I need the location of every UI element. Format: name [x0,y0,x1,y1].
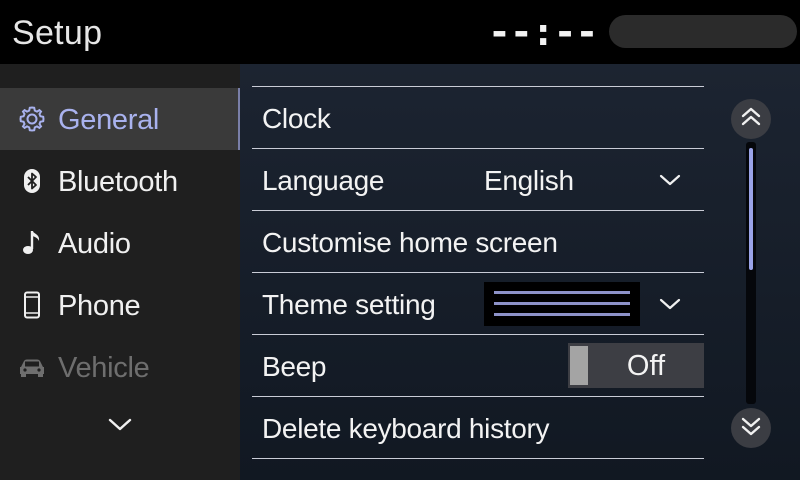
language-value: English [484,165,574,196]
gear-icon [17,104,47,134]
setting-label: Delete keyboard history [262,413,550,444]
sidebar-item-vehicle[interactable]: Vehicle [0,336,240,398]
sidebar-item-bluetooth[interactable]: Bluetooth [0,150,240,212]
setting-row-delete-keyboard-history[interactable]: Delete keyboard history [252,397,704,459]
bluetooth-icon [17,166,47,196]
setting-row-theme[interactable]: Theme setting [252,273,704,335]
page-title: Setup [12,14,103,52]
sidebar-more-button[interactable] [104,412,136,442]
music-note-icon [17,228,47,258]
settings-panel: Clock Language English Customise home sc… [240,64,800,480]
beep-toggle[interactable]: Off [568,343,704,388]
sidebar-item-general[interactable]: General [0,88,240,150]
double-chevron-up-icon [739,105,763,134]
sidebar-item-audio[interactable]: Audio [0,212,240,274]
car-icon [17,352,47,382]
sidebar: General Bluetooth Audio Phone Vehicle [0,64,240,480]
setting-label: Language [262,165,385,196]
clock-display: --:-- [488,10,598,54]
sidebar-item-label: Vehicle [58,352,150,384]
setting-label: Beep [262,351,327,382]
setting-row-language[interactable]: Language English [252,149,704,211]
scrollbar-thumb[interactable] [749,148,753,270]
scroll-down-button[interactable] [731,408,771,448]
sidebar-item-label: General [58,104,160,136]
double-chevron-down-icon [739,414,763,443]
sidebar-item-label: Bluetooth [58,166,178,198]
theme-line [494,291,630,294]
scrollbar[interactable] [746,142,756,404]
setting-label: Theme setting [262,289,436,320]
setting-row-clock[interactable]: Clock [252,87,704,149]
header-bar: Setup --:-- [0,0,800,64]
scroll-up-button[interactable] [731,99,771,139]
chevron-down-icon [108,418,132,437]
chevron-down-icon[interactable] [656,293,684,315]
setup-screen: Setup --:-- General Bluetooth Audio Phon… [0,0,800,480]
setting-row-customise-home-screen[interactable]: Customise home screen [252,211,704,273]
theme-line [494,313,630,316]
status-pill [609,15,797,48]
sidebar-item-label: Audio [58,228,131,260]
theme-preview [484,282,640,326]
sidebar-item-phone[interactable]: Phone [0,274,240,336]
toggle-knob [570,346,588,385]
sidebar-item-label: Phone [58,290,141,322]
setting-label: Clock [262,103,331,134]
toggle-state-label: Off [626,350,666,382]
phone-icon [17,290,47,320]
chevron-down-icon[interactable] [656,169,684,191]
setting-label: Customise home screen [262,227,558,258]
theme-line [494,302,630,305]
setting-row-beep[interactable]: Beep Off [252,335,704,397]
